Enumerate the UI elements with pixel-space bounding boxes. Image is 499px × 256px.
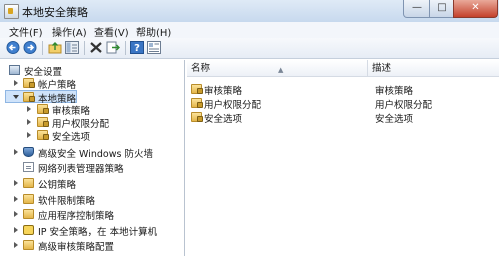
show-hide-tree-icon[interactable] [65, 41, 79, 54]
app-icon [4, 4, 19, 19]
window-title: 本地安全策略 [22, 6, 88, 19]
expand-arrow-icon[interactable] [14, 196, 18, 202]
toolbar-separator [84, 41, 85, 55]
column-header-label: 描述 [372, 63, 392, 74]
expand-arrow-icon[interactable] [27, 132, 31, 138]
list-item-name: 审核策略 [204, 86, 243, 97]
folder-icon [23, 209, 34, 219]
tree-item-account-policy[interactable]: 帐户策略 [5, 77, 175, 91]
expand-arrow-icon[interactable] [14, 242, 18, 248]
expand-arrow-icon[interactable] [14, 211, 18, 217]
tree-item-ip-security[interactable]: IP 安全策略，在 本地计算机 [5, 224, 181, 238]
ip-security-icon [23, 225, 34, 235]
tree-item-label: 软件限制策略 [38, 196, 96, 207]
back-icon[interactable] [6, 41, 20, 54]
column-header-name[interactable]: 名称 ▲ [187, 60, 368, 77]
tree-item-label: 安全选项 [52, 132, 91, 143]
sort-ascending-icon: ▲ [278, 66, 284, 74]
expand-arrow-icon[interactable] [14, 227, 18, 233]
policy-folder-icon [37, 130, 49, 140]
tree-item-advanced-audit[interactable]: 高级审核策略配置 [5, 239, 175, 253]
tree-item-security-options[interactable]: 安全选项 [5, 129, 175, 143]
tree-item-label: 审核策略 [52, 106, 91, 117]
tree-item-audit-policy[interactable]: 审核策略 [5, 103, 175, 117]
delete-icon[interactable] [89, 41, 103, 54]
tree-item-local-policy[interactable]: 本地策略 [5, 90, 77, 105]
policy-folder-icon [191, 84, 203, 94]
toolbar-separator [125, 41, 126, 55]
tree-root[interactable]: 安全设置 [5, 64, 175, 78]
tree-item-software-restriction[interactable]: 软件限制策略 [5, 193, 175, 207]
toolbar-separator [42, 41, 43, 55]
up-folder-icon[interactable] [48, 41, 62, 54]
list-item-description: 审核策略 [375, 86, 414, 97]
tree-item-label: 高级安全 Windows 防火墙 [38, 149, 153, 160]
toolbar: ? [0, 38, 499, 59]
document-icon [23, 162, 34, 172]
tree-item-label: IP 安全策略，在 本地计算机 [38, 227, 158, 238]
policy-folder-icon [37, 117, 49, 127]
tree-item-public-key[interactable]: 公钥策略 [5, 177, 175, 191]
svg-text:?: ? [134, 43, 140, 54]
tree-item-label: 高级审核策略配置 [38, 242, 115, 253]
list-item-audit-policy[interactable]: 审核策略 审核策略 [187, 82, 499, 97]
tree-item-firewall[interactable]: 高级安全 Windows 防火墙 [5, 146, 181, 160]
firewall-shield-icon [23, 147, 34, 157]
column-header-description[interactable]: 描述 [368, 60, 499, 77]
folder-icon [23, 194, 34, 204]
tree-item-label: 用户权限分配 [52, 119, 110, 130]
list-item-security-options[interactable]: 安全选项 安全选项 [187, 110, 499, 125]
properties-icon[interactable] [147, 41, 161, 54]
export-list-icon[interactable] [106, 41, 120, 54]
list-item-name: 用户权限分配 [204, 100, 262, 111]
menu-bar: 文件(F) 操作(A) 查看(V) 帮助(H) [0, 22, 499, 39]
help-icon[interactable]: ? [130, 41, 144, 54]
policy-folder-icon [23, 92, 35, 102]
tree-item-label: 网络列表管理器策略 [38, 164, 124, 175]
maximize-button[interactable]: □ [429, 0, 455, 18]
tree-item-label: 帐户策略 [38, 80, 77, 91]
expand-arrow-icon[interactable] [14, 80, 18, 86]
policy-folder-icon [37, 104, 49, 114]
tree-item-network-list[interactable]: 网络列表管理器策略 [5, 161, 175, 175]
tree-item-label: 公钥策略 [38, 180, 77, 191]
expand-arrow-icon[interactable] [14, 180, 18, 186]
forward-icon[interactable] [23, 41, 37, 54]
menu-help[interactable]: 帮助(H) [136, 24, 171, 39]
tree-root-label: 安全设置 [24, 67, 63, 78]
list-item-name: 安全选项 [204, 114, 243, 125]
navigation-tree: 安全设置 帐户策略 本地策略 审核策略 用户权限分配 安全选项 高级安全 Win… [3, 60, 185, 256]
list-item-description: 安全选项 [375, 114, 414, 125]
collapse-arrow-icon[interactable] [13, 95, 19, 99]
expand-arrow-icon[interactable] [14, 149, 18, 155]
computer-icon [9, 65, 20, 75]
expand-arrow-icon[interactable] [27, 106, 31, 112]
list-item-user-rights[interactable]: 用户权限分配 用户权限分配 [187, 96, 499, 111]
menu-action[interactable]: 操作(A) [52, 24, 87, 39]
folder-icon [23, 178, 34, 188]
details-list: 名称 ▲ 描述 审核策略 审核策略 用户权限分配 用户权限分配 安全选项 安全选… [187, 60, 499, 256]
close-button[interactable]: ✕ [453, 0, 498, 18]
policy-folder-icon [191, 112, 203, 122]
tree-item-app-control[interactable]: 应用程序控制策略 [5, 208, 175, 222]
minimize-button[interactable]: — [403, 0, 431, 18]
local-security-policy-window: 本地安全策略 — □ ✕ 文件(F) 操作(A) 查看(V) 帮助(H) ? 安… [0, 0, 499, 256]
menu-view[interactable]: 查看(V) [94, 24, 129, 39]
expand-arrow-icon[interactable] [27, 119, 31, 125]
tree-item-label: 应用程序控制策略 [38, 211, 115, 222]
list-item-description: 用户权限分配 [375, 100, 433, 111]
menu-file[interactable]: 文件(F) [9, 24, 43, 39]
column-header-label: 名称 [191, 63, 211, 74]
policy-folder-icon [23, 78, 35, 88]
tree-item-user-rights[interactable]: 用户权限分配 [5, 116, 175, 130]
title-bar: 本地安全策略 — □ ✕ [0, 0, 499, 23]
folder-icon [23, 240, 34, 250]
policy-folder-icon [191, 98, 203, 108]
